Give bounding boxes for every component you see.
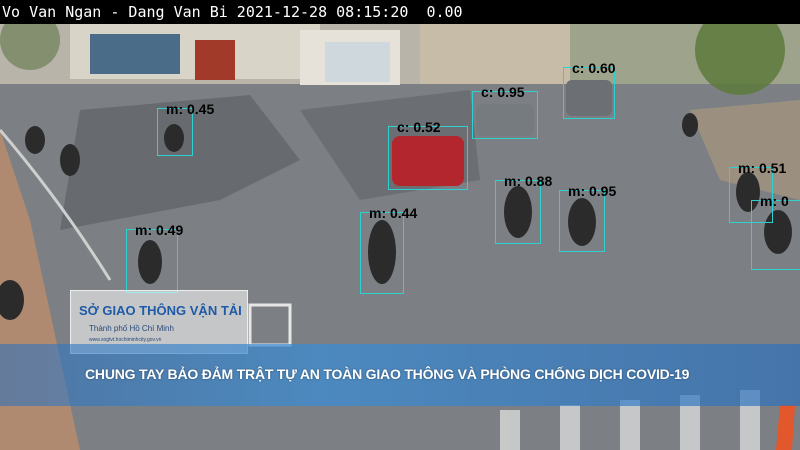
detection-label: m: 0.44 <box>369 205 418 221</box>
detection-label: m: 0.88 <box>504 173 553 189</box>
detection-label: m: 0.95 <box>568 183 617 199</box>
detection-box-motorbike: m: 0.88 <box>495 174 552 244</box>
detection-label: c: 0.52 <box>397 119 441 135</box>
logo-url: www.sogtvt.hochiminhcity.gov.vn <box>89 337 162 343</box>
detection-box-motorbike: m: 0.49 <box>126 223 183 293</box>
detection-label: c: 0.60 <box>572 60 616 76</box>
detection-label: c: 0.95 <box>481 84 525 100</box>
detection-label: m: 0 <box>760 193 789 209</box>
detection-label: m: 0.49 <box>135 222 184 238</box>
logo-subtitle: Thành phố Hồ Chí Minh <box>89 324 174 333</box>
detection-box-motorbike: m: 0.95 <box>559 184 616 252</box>
detection-box-car: c: 0.95 <box>472 85 538 139</box>
banner-text: CHUNG TAY BẢO ĐẢM TRẬT TỰ AN TOÀN GIAO T… <box>85 366 690 382</box>
logo-title: SỞ GIAO THÔNG VẬN TẢI <box>79 303 242 318</box>
camera-caption: Vo Van Ngan - Dang Van Bi 2021-12-28 08:… <box>0 0 800 24</box>
detection-label: m: 0.45 <box>166 101 215 117</box>
detection-box-motorbike: m: 0.45 <box>157 102 214 156</box>
news-banner: CHUNG TAY BẢO ĐẢM TRẬT TỰ AN TOÀN GIAO T… <box>0 344 800 406</box>
detection-box-motorbike: m: 0 <box>751 194 800 270</box>
detection-label: m: 0.51 <box>738 160 787 176</box>
detection-box-motorbike: m: 0.44 <box>360 206 417 294</box>
detection-box-car: c: 0.60 <box>563 61 616 119</box>
detection-box-car: c: 0.52 <box>388 120 468 190</box>
